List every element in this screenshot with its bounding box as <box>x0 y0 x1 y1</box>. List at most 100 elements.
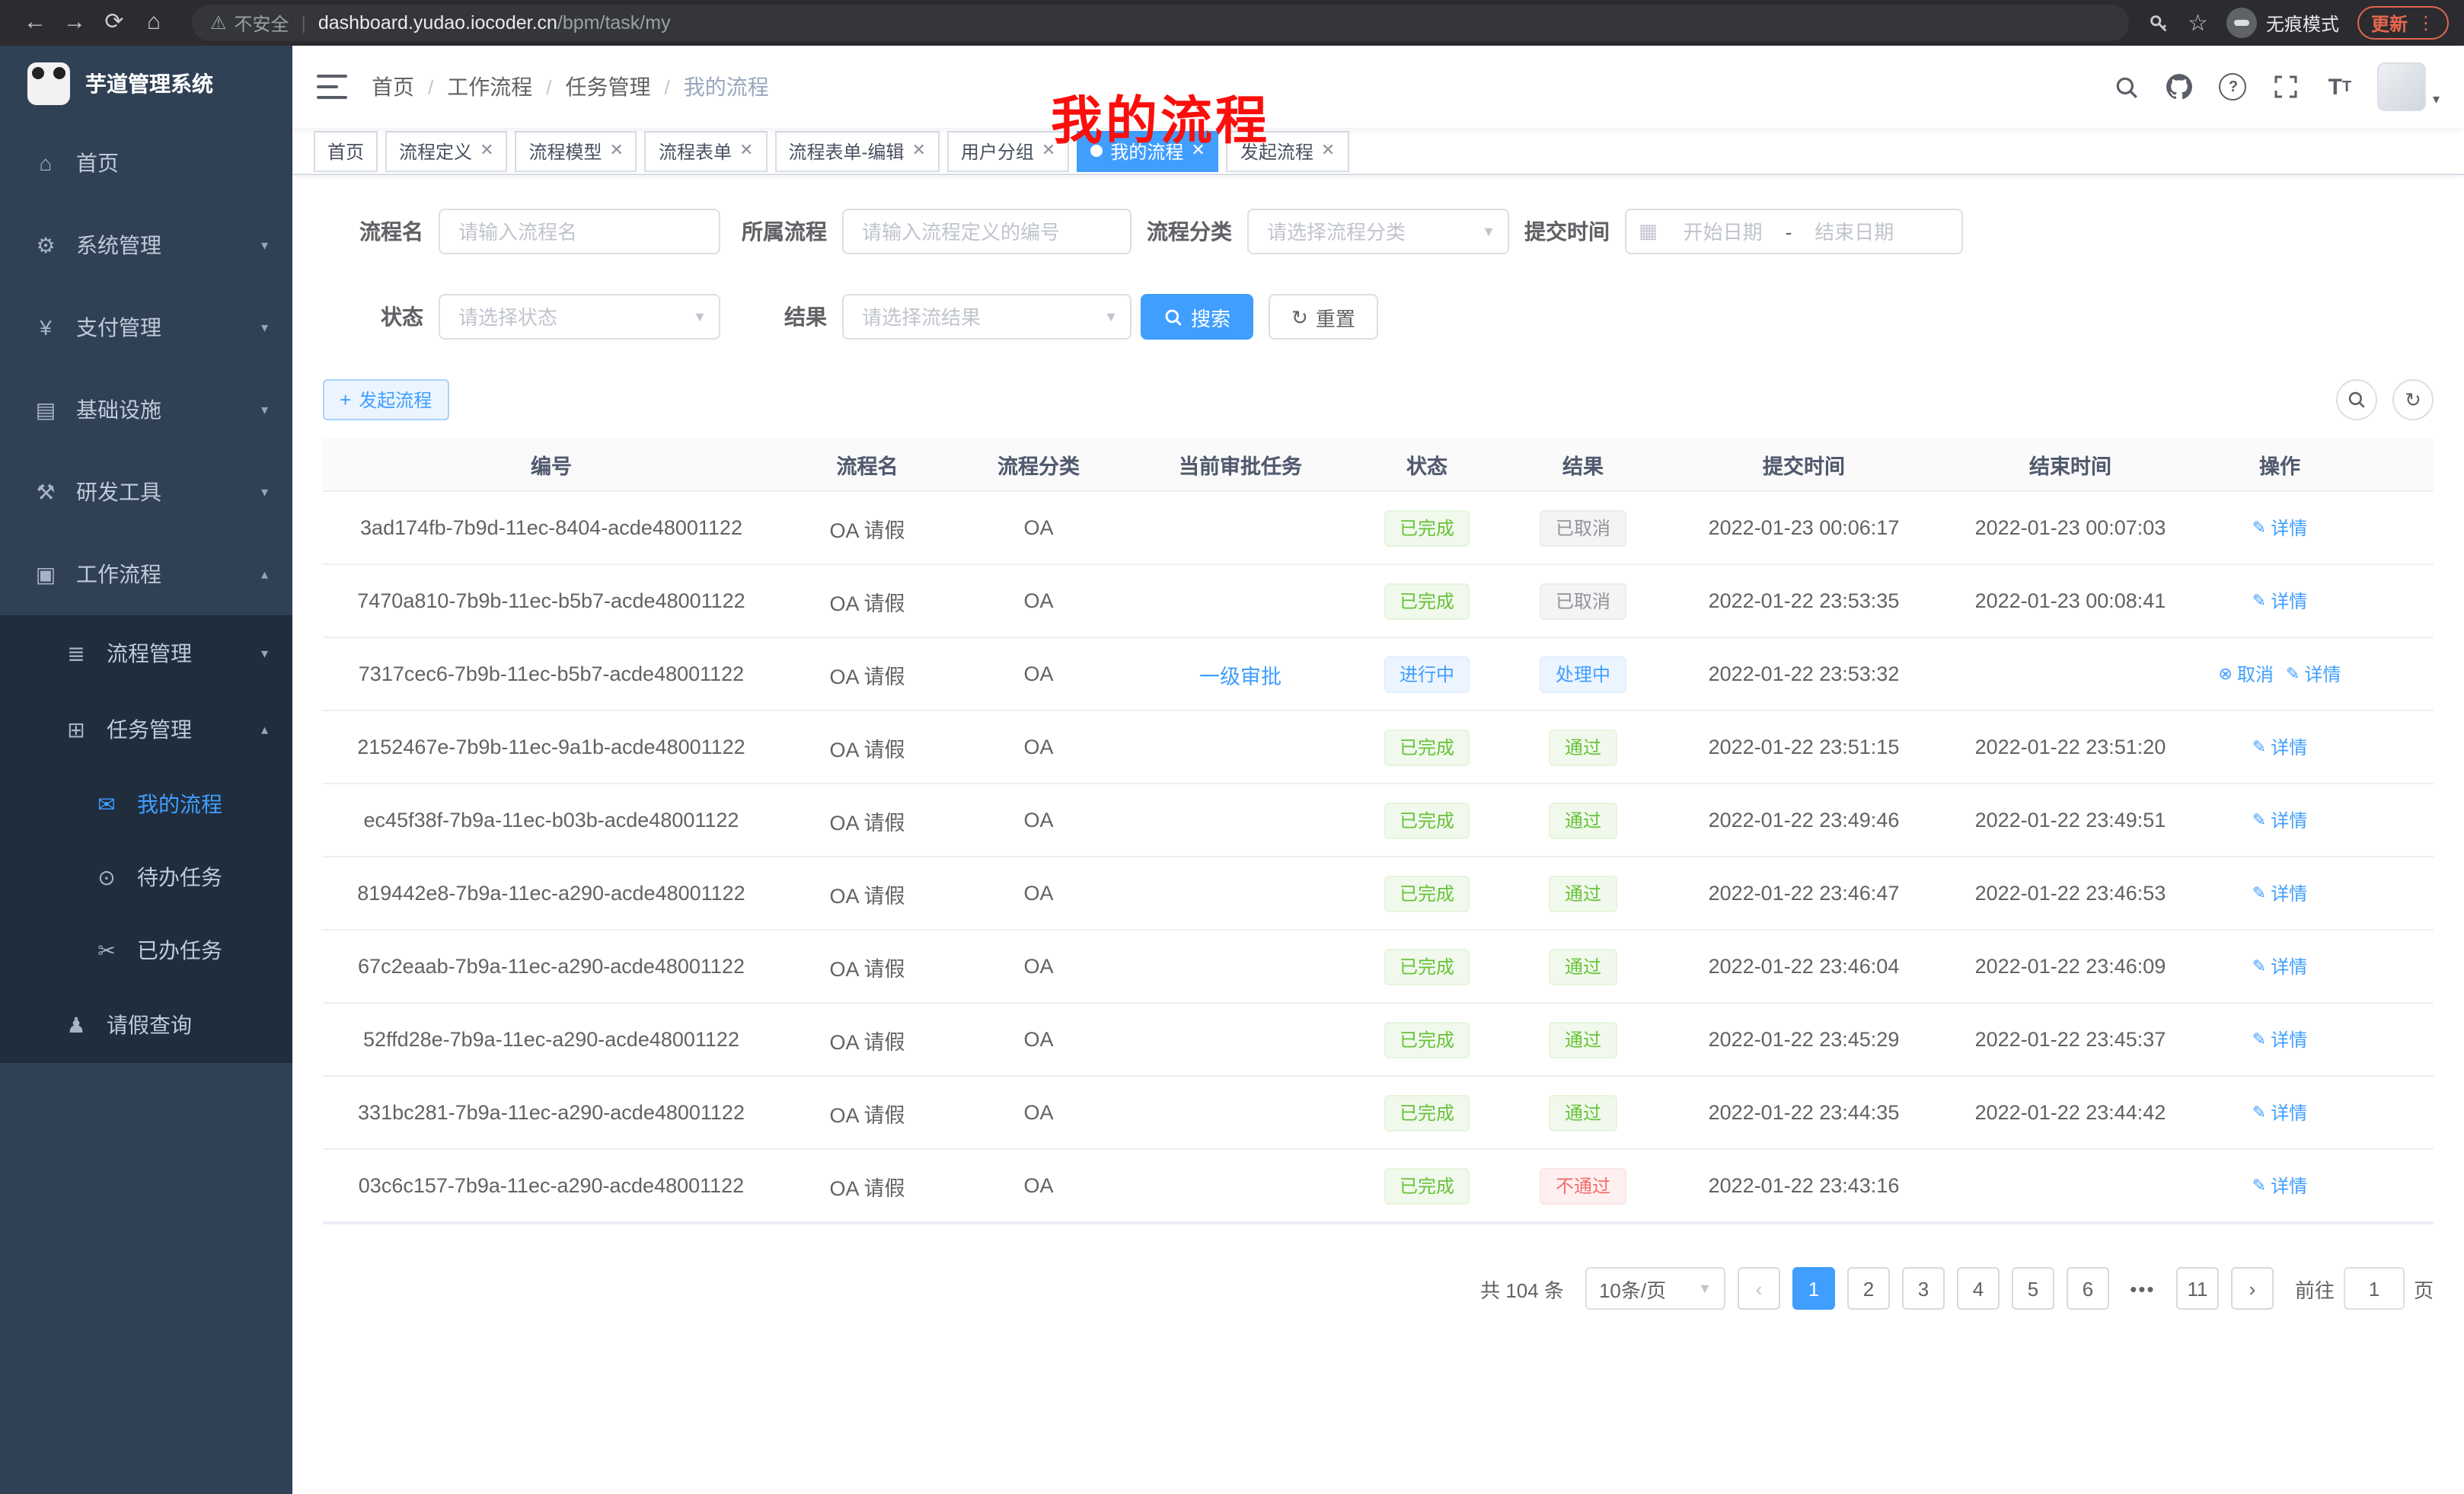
breadcrumb-item[interactable]: 任务管理 <box>566 72 651 102</box>
sidebar: 芋道管理系统 ⌂ 首页 ⚙ 系统管理 ▾ ¥ 支付管理 ▾ ▤ 基础设施 ▾ <box>0 46 292 1494</box>
cancel-action[interactable]: ⊗取消 <box>2219 661 2274 687</box>
table-row[interactable]: 7317cec6-7b9b-11ec-b5b7-acde48001122 OA … <box>323 638 2434 711</box>
pagination-page-11[interactable]: 11 <box>2176 1267 2219 1310</box>
status-select-input[interactable] <box>439 294 720 340</box>
table-row[interactable]: 52ffd28e-7b9a-11ec-a290-acde48001122 OA … <box>323 1004 2434 1077</box>
detail-action[interactable]: ✎详情 <box>2286 661 2341 687</box>
close-icon[interactable]: ✕ <box>911 142 925 159</box>
detail-action[interactable]: ✎详情 <box>2252 1173 2307 1199</box>
close-icon[interactable]: ✕ <box>1321 142 1335 159</box>
search-button[interactable]: 搜索 <box>1141 294 1253 340</box>
table-row[interactable]: 331bc281-7b9a-11ec-a290-acde48001122 OA … <box>323 1077 2434 1150</box>
parent-process-input[interactable] <box>842 209 1131 254</box>
result-select-input[interactable] <box>842 294 1131 340</box>
tab-process-form-edit[interactable]: 流程表单-编辑✕ <box>774 130 939 171</box>
current-task-link[interactable]: 一级审批 <box>1199 659 1281 689</box>
cell-result: 处理中 <box>1495 638 1671 710</box>
table-row[interactable]: 2152467e-7b9b-11ec-9a1b-acde48001122 OA … <box>323 711 2434 784</box>
submit-time-range-picker[interactable]: ▦ - <box>1625 209 1963 254</box>
browser-back-button[interactable]: ← <box>15 0 55 46</box>
pagination-page-3[interactable]: 3 <box>1902 1267 1945 1310</box>
tab-process-model[interactable]: 流程模型✕ <box>515 130 637 171</box>
detail-action[interactable]: ✎详情 <box>2252 734 2307 760</box>
table-row[interactable]: 3ad174fb-7b9d-11ec-8404-acde48001122 OA … <box>323 492 2434 565</box>
sidebar-item-system[interactable]: ⚙ 系统管理 ▾ <box>0 204 292 286</box>
close-icon[interactable]: ✕ <box>1191 142 1205 159</box>
browser-refresh-button[interactable]: ⟳ <box>94 0 134 46</box>
search-icon[interactable] <box>2111 72 2142 102</box>
detail-action[interactable]: ✎详情 <box>2252 515 2307 541</box>
goto-page-input[interactable] <box>2344 1267 2405 1310</box>
refresh-table-button[interactable]: ↻ <box>2392 379 2434 420</box>
breadcrumb-item[interactable]: 工作流程 <box>447 72 532 102</box>
sidebar-item-workflow[interactable]: ▣ 工作流程 ▴ <box>0 533 292 615</box>
sidebar-item-infrastructure[interactable]: ▤ 基础设施 ▾ <box>0 369 292 451</box>
detail-action[interactable]: ✎详情 <box>2252 1100 2307 1125</box>
sidebar-item-todo-tasks[interactable]: ⊙ 待办任务 <box>0 841 292 914</box>
bookmark-star-icon[interactable]: ☆ <box>2188 9 2208 37</box>
sidebar-item-process-management[interactable]: ≣ 流程管理 ▾ <box>0 615 292 691</box>
tab-user-group[interactable]: 用户分组✕ <box>947 130 1069 171</box>
result-select[interactable]: ▼ <box>842 294 1131 340</box>
category-select[interactable]: ▼ <box>1247 209 1509 254</box>
pagination-page-6[interactable]: 6 <box>2067 1267 2109 1310</box>
table-row[interactable]: 819442e8-7b9a-11ec-a290-acde48001122 OA … <box>323 857 2434 931</box>
start-date-input[interactable] <box>1664 219 1783 244</box>
pagination-page-1[interactable]: 1 <box>1792 1267 1835 1310</box>
sidebar-toggle-button[interactable] <box>317 75 347 99</box>
detail-action[interactable]: ✎详情 <box>2252 807 2307 833</box>
pagination-next-button[interactable]: › <box>2231 1267 2274 1310</box>
sidebar-item-my-processes[interactable]: ✉ 我的流程 <box>0 768 292 841</box>
pagination-page-5[interactable]: 5 <box>2012 1267 2054 1310</box>
sidebar-item-payment[interactable]: ¥ 支付管理 ▾ <box>0 286 292 369</box>
close-icon[interactable]: ✕ <box>610 142 624 159</box>
pagination-prev-button[interactable]: ‹ <box>1738 1267 1780 1310</box>
end-date-input[interactable] <box>1795 219 1913 244</box>
font-size-icon[interactable]: TT <box>2325 72 2355 102</box>
close-icon[interactable]: ✕ <box>480 142 493 159</box>
close-icon[interactable]: ✕ <box>1042 142 1055 159</box>
category-select-input[interactable] <box>1247 209 1509 254</box>
tab-process-definition[interactable]: 流程定义✕ <box>385 130 507 171</box>
fullscreen-icon[interactable] <box>2271 72 2302 102</box>
sidebar-item-devtools[interactable]: ⚒ 研发工具 ▾ <box>0 451 292 533</box>
pagination-page-2[interactable]: 2 <box>1847 1267 1890 1310</box>
help-icon[interactable]: ? <box>2218 72 2249 102</box>
table-row[interactable]: 7470a810-7b9b-11ec-b5b7-acde48001122 OA … <box>323 565 2434 638</box>
detail-action[interactable]: ✎详情 <box>2252 1026 2307 1052</box>
browser-home-button[interactable]: ⌂ <box>134 0 174 46</box>
user-menu[interactable]: ▾ <box>2378 62 2440 111</box>
address-bar[interactable]: ⚠ 不安全 | dashboard.yudao.iocoder.cn /bpm/… <box>192 5 2128 41</box>
close-icon[interactable]: ✕ <box>739 142 753 159</box>
tab-home[interactable]: 首页 <box>314 130 378 171</box>
status-select[interactable]: ▼ <box>439 294 720 340</box>
start-process-button[interactable]: + 发起流程 <box>323 379 448 420</box>
pagination-more[interactable]: ••• <box>2121 1267 2164 1310</box>
tab-start-process[interactable]: 发起流程✕ <box>1227 130 1348 171</box>
detail-action[interactable]: ✎详情 <box>2252 953 2307 979</box>
app-logo[interactable]: 芋道管理系统 <box>0 46 292 122</box>
page-size-select[interactable]: 10条/页 ▼ <box>1585 1267 1725 1310</box>
tab-my-processes[interactable]: 我的流程✕ <box>1077 130 1218 171</box>
detail-action[interactable]: ✎详情 <box>2252 588 2307 614</box>
table-row[interactable]: ec45f38f-7b9a-11ec-b03b-acde48001122 OA … <box>323 784 2434 857</box>
table-row[interactable]: 67c2eaab-7b9a-11ec-a290-acde48001122 OA … <box>323 931 2434 1004</box>
sidebar-item-task-management[interactable]: ⊞ 任务管理 ▴ <box>0 691 292 768</box>
pagination-page-4[interactable]: 4 <box>1957 1267 2000 1310</box>
github-icon[interactable] <box>2165 72 2195 102</box>
browser-update-button[interactable]: 更新 ⋮ <box>2357 6 2449 40</box>
key-icon[interactable] <box>2146 11 2169 34</box>
browser-forward-button[interactable]: → <box>55 0 94 46</box>
detail-action[interactable]: ✎详情 <box>2252 880 2307 906</box>
reset-button[interactable]: ↻ 重置 <box>1269 294 1378 340</box>
tab-process-form[interactable]: 流程表单✕ <box>645 130 767 171</box>
sidebar-item-done-tasks[interactable]: ✂ 已办任务 <box>0 914 292 987</box>
process-name-input[interactable] <box>439 209 720 254</box>
breadcrumb-item[interactable]: 首页 <box>372 72 414 102</box>
sidebar-item-home[interactable]: ⌂ 首页 <box>0 122 292 204</box>
sidebar-item-leave-query[interactable]: ♟ 请假查询 <box>0 987 292 1063</box>
toggle-search-button[interactable] <box>2336 379 2377 420</box>
cell-category: OA <box>955 1150 1122 1221</box>
table-row[interactable]: 03c6c157-7b9a-11ec-a290-acde48001122 OA … <box>323 1150 2434 1223</box>
edit-icon: ✎ <box>2252 591 2266 611</box>
